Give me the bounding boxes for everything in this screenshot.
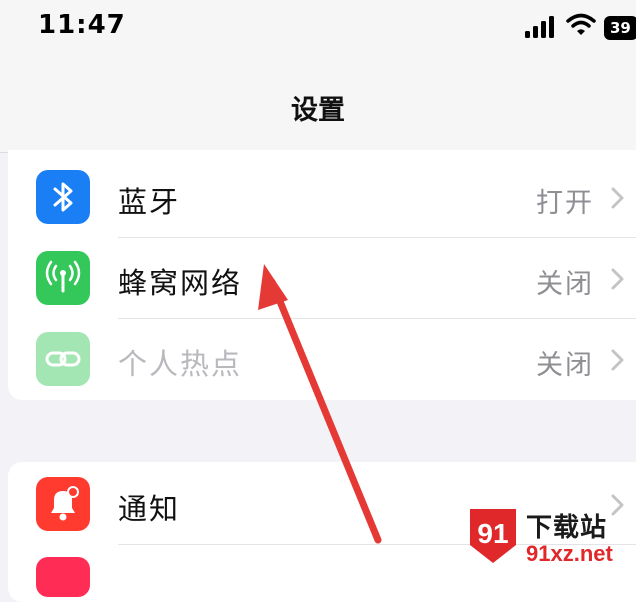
page-title: 设置 — [291, 95, 345, 126]
battery-icon: 39 — [604, 16, 636, 40]
cellular-antenna-icon — [36, 251, 90, 305]
row-value: 关闭 — [536, 269, 594, 300]
settings-row-bluetooth[interactable]: 蓝牙 打开 — [8, 157, 636, 237]
nav-bar: 设置 — [0, 60, 636, 153]
watermark-badge-text: 91 — [477, 518, 508, 549]
settings-row-cellular[interactable]: 蜂窝网络 关闭 — [8, 238, 636, 318]
watermark-logo-icon: 91 — [470, 509, 516, 563]
chevron-right-icon — [611, 349, 624, 371]
chevron-right-icon — [611, 187, 624, 209]
watermark-url: 91xz.net — [526, 541, 613, 566]
watermark: 91 下载站 91xz.net — [464, 505, 636, 569]
row-value: 打开 — [536, 188, 594, 219]
next-row-icon — [36, 557, 90, 597]
row-label: 蜂窝网络 — [118, 266, 243, 300]
chevron-right-icon — [611, 268, 624, 290]
battery-level: 39 — [610, 19, 631, 37]
bell-icon — [36, 477, 90, 531]
row-label: 个人热点 — [118, 347, 243, 381]
status-time: 11:47 — [38, 10, 126, 40]
settings-row-hotspot[interactable]: 个人热点 关闭 — [8, 319, 636, 399]
wifi-icon — [566, 13, 596, 35]
status-bar: 11:47 39 — [0, 0, 636, 60]
row-label: 通知 — [118, 492, 181, 526]
watermark-brand: 下载站 — [526, 513, 608, 543]
bluetooth-icon — [36, 170, 90, 224]
hotspot-link-icon — [36, 332, 90, 386]
settings-group-connectivity: 蓝牙 打开 蜂窝网络 关闭 个人热点 关闭 — [8, 150, 636, 400]
row-value: 关闭 — [536, 350, 594, 381]
cellular-signal-icon — [525, 16, 554, 38]
row-label: 蓝牙 — [118, 185, 181, 219]
